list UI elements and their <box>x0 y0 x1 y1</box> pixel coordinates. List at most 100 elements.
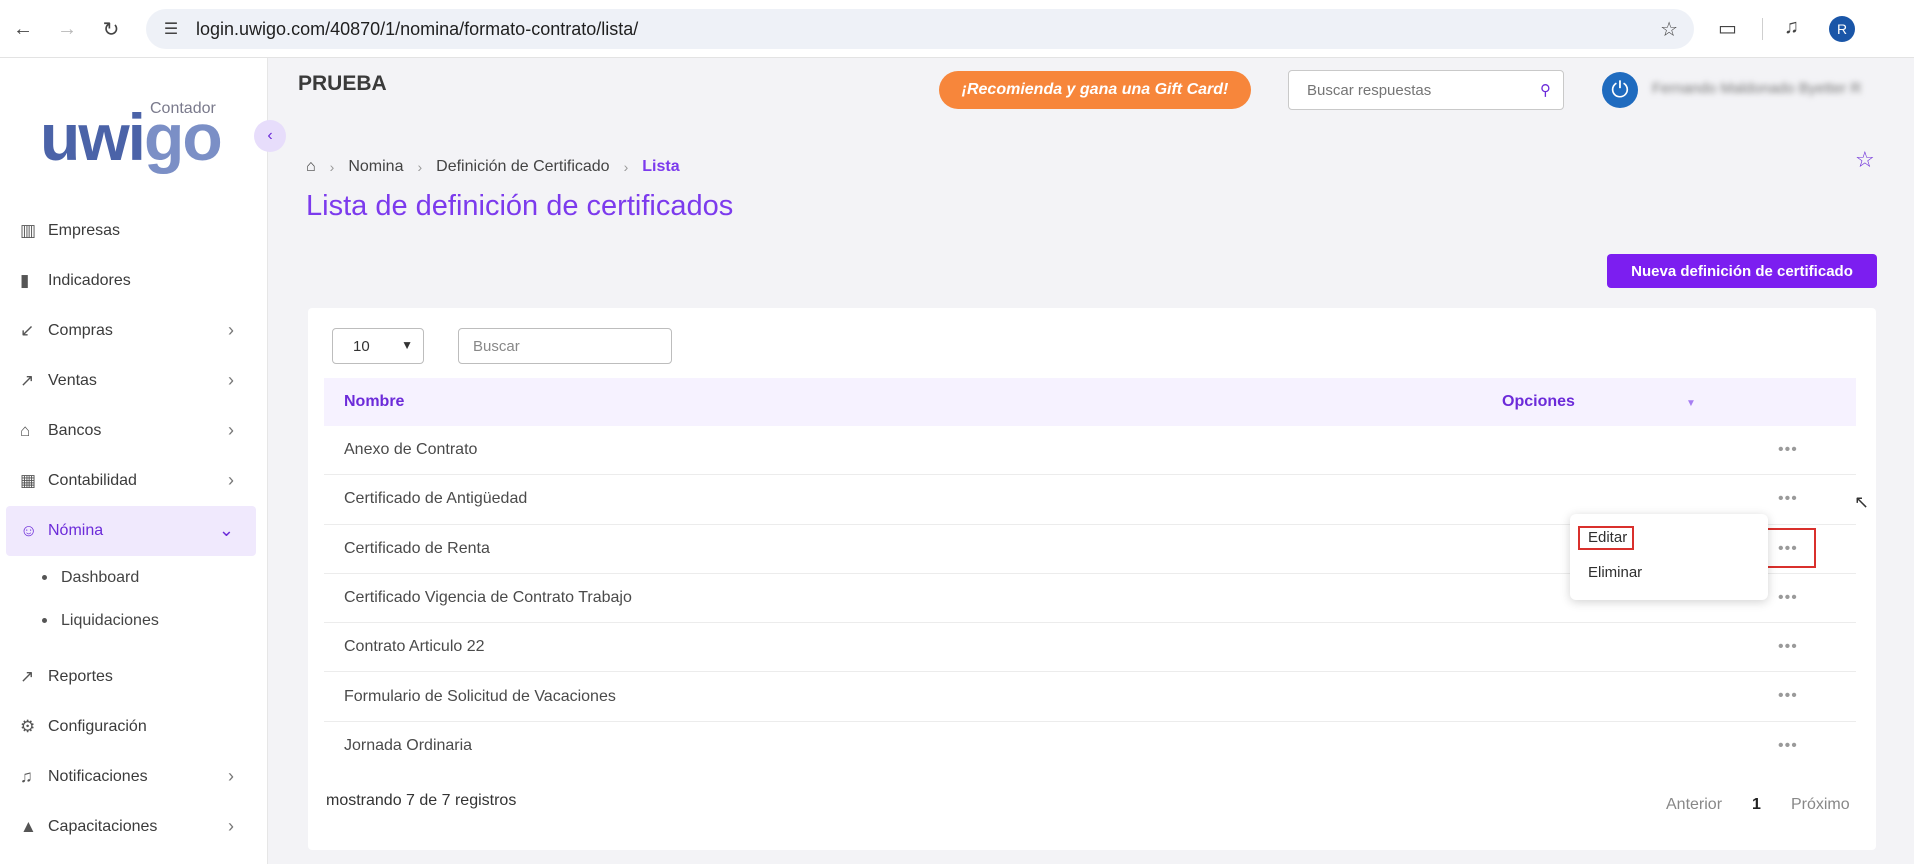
more-options-icon[interactable]: ••• <box>1778 441 1798 459</box>
row-name: Formulario de Solicitud de Vacaciones <box>344 687 616 705</box>
search-icon[interactable]: ⚲ <box>1540 81 1551 99</box>
row-name: Contrato Articulo 22 <box>344 638 485 656</box>
media-control-icon[interactable]: ♫ <box>1784 16 1799 39</box>
sidebar-item-capacitaciones[interactable]: ▲ Capacitaciones › <box>6 802 256 852</box>
records-count: mostrando 7 de 7 registros <box>326 792 517 809</box>
sidebar-subitem-dashboard[interactable]: Dashboard <box>42 556 256 599</box>
table-row: Formulario de Solicitud de Vacaciones ••… <box>324 672 1856 722</box>
chevron-right-icon: › <box>228 766 234 786</box>
row-name: Certificado de Renta <box>344 539 490 557</box>
back-icon[interactable]: ← <box>8 14 38 44</box>
chevron-right-icon: › <box>228 320 234 340</box>
help-search[interactable]: ⚲ <box>1288 70 1564 110</box>
table-row: Anexo de Contrato ••• <box>324 426 1856 476</box>
breadcrumb-item-nomina[interactable]: Nomina <box>348 158 403 176</box>
sidebar-item-nomina[interactable]: ☺ Nómina ⌄ <box>6 506 256 556</box>
gear-icon: ⚙ <box>20 717 36 736</box>
sidebar-item-label: Capacitaciones <box>48 818 158 835</box>
page-size-select[interactable]: 10 ▼ <box>332 328 424 364</box>
breadcrumb-separator: › <box>623 159 629 175</box>
logo-word-b: go <box>144 100 223 174</box>
pagination-next[interactable]: Próximo <box>1791 796 1850 814</box>
bullet-icon <box>42 618 47 623</box>
sidebar-item-label: Empresas <box>48 222 121 239</box>
logo-word: uwigo <box>40 104 223 170</box>
menu-item-eliminar[interactable]: Eliminar <box>1588 564 1642 581</box>
favorite-star-icon[interactable]: ☆ <box>1855 147 1875 173</box>
chevron-down-icon: ⌄ <box>218 520 234 540</box>
more-options-icon[interactable]: ••• <box>1778 687 1798 705</box>
user-name[interactable]: Fernando Maldonado Byetter R <box>1652 80 1861 97</box>
reload-icon[interactable]: ↻ <box>96 14 126 44</box>
bookmark-star-icon[interactable]: ☆ <box>1660 17 1678 42</box>
arrow-down-left-icon: ↙ <box>20 321 35 340</box>
chevron-right-icon: › <box>228 420 234 440</box>
bullet-icon <box>42 575 47 580</box>
more-options-icon[interactable]: ••• <box>1778 737 1798 755</box>
bell-icon: ♫ <box>20 767 33 786</box>
sidebar-item-label: Bancos <box>48 422 102 439</box>
more-options-icon[interactable]: ••• <box>1778 589 1798 607</box>
sidebar-item-label: Nómina <box>48 522 104 539</box>
bank-icon: ⌂ <box>20 421 31 440</box>
sidebar-subitem-label: Liquidaciones <box>61 611 159 629</box>
logo-word-a: uwi <box>40 100 146 174</box>
collapse-sidebar-button[interactable]: ‹ <box>254 120 286 152</box>
chevron-right-icon: › <box>228 470 234 490</box>
chevron-right-icon: › <box>228 816 234 836</box>
uwigo-logo[interactable]: Contador uwigo <box>40 98 230 178</box>
power-icon[interactable]: ⏻ <box>1602 72 1638 108</box>
sidebar-subitem-liquidaciones[interactable]: Liquidaciones <box>42 599 256 642</box>
options-trigger-highlight <box>1766 528 1816 568</box>
sidebar-item-empresas[interactable]: ▥ Empresas <box>6 206 256 256</box>
breadcrumb: ⌂ › Nomina › Definición de Certificado ›… <box>306 158 680 176</box>
toolbar-divider <box>1762 18 1763 40</box>
help-search-input[interactable] <box>1307 81 1517 99</box>
referral-promo-button[interactable]: ¡Recomienda y gana una Gift Card! <box>939 71 1251 109</box>
column-header-nombre[interactable]: Nombre <box>344 393 404 411</box>
sidebar-item-label: Ventas <box>48 372 97 389</box>
sidebar-item-notificaciones[interactable]: ♫ Notificaciones › <box>6 752 256 802</box>
page-size-value: 10 <box>353 337 370 355</box>
bar-chart-icon: ▮ <box>20 271 30 290</box>
sidebar-menu: ▥ Empresas ▮ Indicadores ↙ Compras › ↗ V… <box>6 206 256 852</box>
row-name: Anexo de Contrato <box>344 441 478 459</box>
breadcrumb-separator: › <box>417 159 423 175</box>
profile-avatar[interactable]: R <box>1829 16 1855 42</box>
new-certificate-definition-button[interactable]: Nueva definición de certificado <box>1607 254 1877 288</box>
sidebar-item-label: Compras <box>48 322 113 339</box>
table-search-input[interactable] <box>473 337 663 355</box>
home-icon[interactable]: ⌂ <box>306 158 316 176</box>
sidebar-item-compras[interactable]: ↙ Compras › <box>6 306 256 356</box>
address-bar[interactable]: ☰ login.uwigo.com/40870/1/nomina/formato… <box>146 9 1694 49</box>
sidebar-item-bancos[interactable]: ⌂ Bancos › <box>6 406 256 456</box>
breadcrumb-current: Lista <box>642 158 680 175</box>
building-icon: ▥ <box>20 221 37 240</box>
menu-item-editar[interactable]: Editar <box>1588 529 1627 546</box>
sidebar-item-ventas[interactable]: ↗ Ventas › <box>6 356 256 406</box>
pagination-current-page[interactable]: 1 <box>1752 796 1761 814</box>
sidebar-item-indicadores[interactable]: ▮ Indicadores <box>6 256 256 306</box>
forward-icon[interactable]: → <box>52 14 82 44</box>
site-settings-icon[interactable]: ☰ <box>158 19 184 39</box>
graduation-cap-icon: ▲ <box>20 817 37 836</box>
pagination-previous[interactable]: Anterior <box>1666 796 1722 814</box>
extensions-icon[interactable]: ▭ <box>1718 16 1737 41</box>
url-text[interactable]: login.uwigo.com/40870/1/nomina/formato-c… <box>196 19 638 40</box>
more-options-icon[interactable]: ••• <box>1778 638 1798 656</box>
sidebar-item-reportes[interactable]: ↗ Reportes <box>6 652 256 702</box>
table-search[interactable] <box>458 328 672 364</box>
breadcrumb-item-definicion[interactable]: Definición de Certificado <box>436 158 609 176</box>
more-options-icon[interactable]: ••• <box>1778 490 1798 508</box>
table-row: Contrato Articulo 22 ••• <box>324 623 1856 673</box>
breadcrumb-separator: › <box>329 159 335 175</box>
menu-spacer <box>6 642 256 652</box>
sidebar-item-contabilidad[interactable]: ▦ Contabilidad › <box>6 456 256 506</box>
nomina-submenu: Dashboard Liquidaciones <box>6 556 256 642</box>
chevron-left-icon: ‹ <box>267 127 273 144</box>
company-name: PRUEBA <box>298 72 387 95</box>
table-header: Nombre ▼ Opciones <box>324 378 1856 426</box>
sidebar-item-configuracion[interactable]: ⚙ Configuración <box>6 702 256 752</box>
page-title: Lista de definición de certificados <box>306 190 734 222</box>
row-name: Jornada Ordinaria <box>344 737 473 755</box>
